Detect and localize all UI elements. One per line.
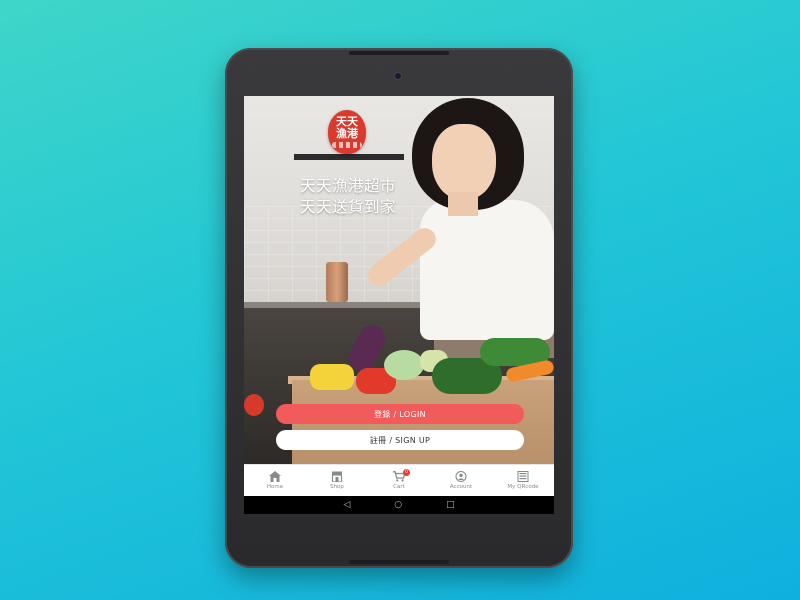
tab-shop-label: Shop xyxy=(330,484,344,490)
home-icon xyxy=(269,471,281,482)
bottom-tab-bar: Home Shop 0 Cart Account My QRcode xyxy=(244,464,554,496)
app-screen: 天天 漁港 天天漁港超市 天天送貨到家 登錄 / LOGIN 註冊 / SIGN… xyxy=(244,96,554,514)
tab-shop[interactable]: Shop xyxy=(306,465,368,496)
recents-icon[interactable]: □ xyxy=(446,500,455,510)
tab-home[interactable]: Home xyxy=(244,465,306,496)
slogan-line-2: 天天送貨到家 xyxy=(300,198,397,216)
slogan-line-1: 天天漁港超市 xyxy=(300,177,397,195)
account-icon xyxy=(455,471,467,482)
tab-qrcode-label: My QRcode xyxy=(507,484,539,490)
brand-logo: 天天 漁港 xyxy=(328,110,366,154)
logo-text-bottom: 漁港 xyxy=(336,127,358,140)
bottom-speaker xyxy=(349,560,449,564)
tab-qrcode[interactable]: My QRcode xyxy=(492,465,554,496)
tablet-device: 天天 漁港 天天漁港超市 天天送貨到家 登錄 / LOGIN 註冊 / SIGN… xyxy=(225,48,573,568)
tab-cart-label: Cart xyxy=(393,484,405,490)
slogan: 天天漁港超市 天天送貨到家 xyxy=(300,176,420,218)
woman-figure xyxy=(420,200,554,340)
cart-badge: 0 xyxy=(403,469,410,476)
tab-home-label: Home xyxy=(266,484,284,490)
top-speaker xyxy=(349,51,449,55)
wave-icon xyxy=(332,142,362,148)
kettle xyxy=(326,262,348,302)
login-button[interactable]: 登錄 / LOGIN xyxy=(276,404,524,424)
qrcode-icon xyxy=(517,471,529,482)
shop-icon xyxy=(331,471,343,482)
cabbage xyxy=(384,350,424,380)
kitchen-shelf xyxy=(294,154,404,160)
front-camera xyxy=(395,73,401,79)
tab-account[interactable]: Account xyxy=(430,465,492,496)
signup-button[interactable]: 註冊 / SIGN UP xyxy=(276,430,524,450)
yellow-pepper xyxy=(310,364,354,390)
tomato xyxy=(244,394,264,416)
home-circle-icon[interactable]: ○ xyxy=(394,500,402,510)
system-nav-bar: ◁ ○ □ xyxy=(244,496,554,514)
back-icon[interactable]: ◁ xyxy=(343,500,350,510)
tab-cart[interactable]: 0 Cart xyxy=(368,465,430,496)
tab-account-label: Account xyxy=(449,484,473,490)
